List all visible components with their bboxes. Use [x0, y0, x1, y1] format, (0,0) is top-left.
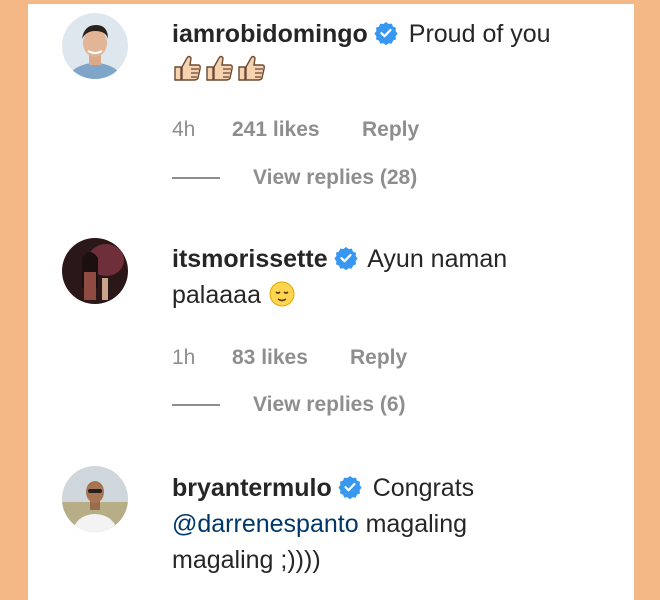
comment-text-line2: palaaaa	[172, 281, 261, 309]
avatar[interactable]	[62, 13, 128, 79]
comment-body: bryantermulo Congrats @darrenespanto mag…	[172, 470, 622, 578]
view-replies-button[interactable]: View replies (6)	[172, 393, 406, 417]
divider	[172, 177, 220, 179]
view-replies-label: View replies (28)	[253, 166, 418, 189]
divider	[172, 404, 220, 406]
comment-text-line3: magaling ;))))	[172, 546, 321, 574]
comment-timestamp: 4h	[172, 118, 196, 141]
avatar[interactable]	[62, 466, 128, 532]
comment-timestamp: 1h	[172, 346, 196, 369]
comment-likes[interactable]: 83 likes	[232, 346, 350, 370]
comment-meta: 1h 83 likes Reply	[172, 346, 407, 370]
comment-username[interactable]: bryantermulo	[172, 474, 332, 502]
relieved-face-icon	[268, 281, 296, 309]
comment-text: Ayun naman	[367, 245, 508, 273]
comment-likes[interactable]: 241 likes	[232, 118, 362, 142]
comment-meta: 4h 241 likes Reply	[172, 118, 419, 142]
comment-body: iamrobidomingo Proud of you	[172, 16, 622, 88]
thumbs-up-emoji-icon	[172, 55, 272, 84]
reply-button[interactable]: Reply	[362, 118, 419, 142]
comment-username[interactable]: iamrobidomingo	[172, 20, 368, 48]
comment-body: itsmorissette Ayun naman palaaaa	[172, 241, 622, 313]
reply-button[interactable]: Reply	[350, 346, 407, 370]
avatar-image	[62, 466, 128, 532]
mention-link[interactable]: @darrenespanto	[172, 510, 359, 538]
avatar-image	[62, 238, 128, 304]
verified-badge-icon	[374, 21, 398, 45]
comment-text: Proud of you	[408, 20, 551, 48]
comment-text: Congrats	[372, 474, 475, 502]
avatar[interactable]	[62, 238, 128, 304]
comment-username[interactable]: itsmorissette	[172, 245, 328, 273]
comment-text-line2: magaling	[365, 510, 468, 538]
avatar-image	[62, 13, 128, 79]
view-replies-button[interactable]: View replies (28)	[172, 166, 417, 190]
view-replies-label: View replies (6)	[253, 393, 406, 416]
verified-badge-icon	[334, 246, 358, 270]
comments-panel: iamrobidomingo Proud of you 4h 241 likes…	[28, 0, 634, 600]
verified-badge-icon	[338, 475, 362, 499]
